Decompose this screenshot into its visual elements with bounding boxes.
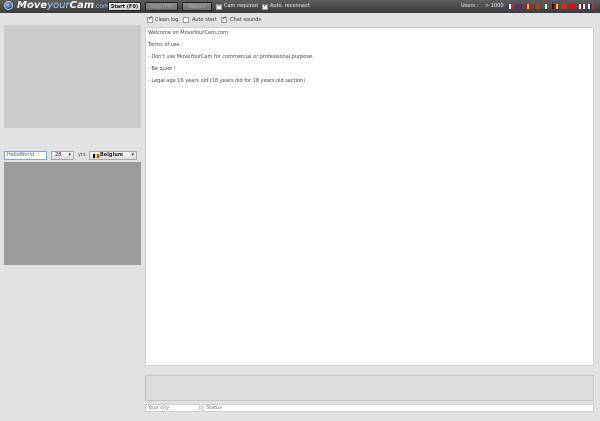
logo-icon	[4, 1, 13, 10]
chat-sounds-label: Chat sounds	[230, 17, 262, 23]
chat-line: - Legal age 16 years old (18 years old f…	[148, 78, 306, 84]
auto-reconnect-label: Auto. reconnect	[270, 3, 310, 9]
cam-required-checkbox[interactable]	[216, 2, 222, 10]
chat-sounds-checkbox[interactable]	[221, 15, 227, 23]
japan-flag-icon[interactable]	[579, 4, 585, 9]
auto-start-checkbox[interactable]	[183, 17, 189, 23]
report-button[interactable]: Report	[182, 2, 212, 11]
users-label: Users :	[461, 3, 479, 9]
uk-flag-icon[interactable]	[516, 4, 522, 9]
app-logo: MoveyourCam.com	[17, 0, 109, 11]
status-input[interactable]: Status	[203, 404, 594, 412]
china-flag-icon[interactable]	[561, 4, 567, 9]
chevron-down-icon: ▾	[68, 152, 71, 158]
turkey-flag-icon[interactable]	[570, 4, 576, 9]
russia-flag-icon[interactable]	[588, 4, 594, 9]
nickname-input[interactable]: HelloWorld	[4, 151, 47, 160]
clean-log-checkbox[interactable]	[147, 15, 153, 23]
germany-flag-icon[interactable]	[552, 4, 558, 9]
auto-start-label: Auto start	[192, 17, 217, 23]
age-unit-label: yrs	[78, 152, 86, 158]
auto-reconnect-checkbox[interactable]	[262, 2, 268, 10]
city-input[interactable]: Your city	[145, 404, 200, 412]
age-select[interactable]: 28 ▾	[51, 151, 74, 160]
message-input[interactable]	[145, 375, 594, 401]
country-select[interactable]: Belgium ▾	[89, 151, 137, 160]
spain-flag-icon[interactable]	[525, 4, 531, 9]
portugal-flag-icon[interactable]	[534, 4, 540, 9]
chat-log: Welcome on MoveYourCam.com Terms of use …	[145, 27, 594, 366]
users-count: > 1000	[485, 3, 504, 9]
start-button[interactable]: Start (F9)	[108, 2, 141, 11]
italy-flag-icon[interactable]	[543, 4, 549, 9]
chevron-down-icon: ▾	[131, 152, 134, 158]
cam-required-label: Cam required	[224, 3, 258, 9]
my-camera-video	[4, 162, 141, 265]
belgium-flag-icon	[93, 154, 99, 158]
clean-log-label: Clean log	[155, 17, 179, 23]
stop-button[interactable]: Stop (F9)	[145, 2, 178, 11]
partner-video	[4, 25, 141, 128]
france-flag-icon[interactable]	[507, 4, 513, 9]
